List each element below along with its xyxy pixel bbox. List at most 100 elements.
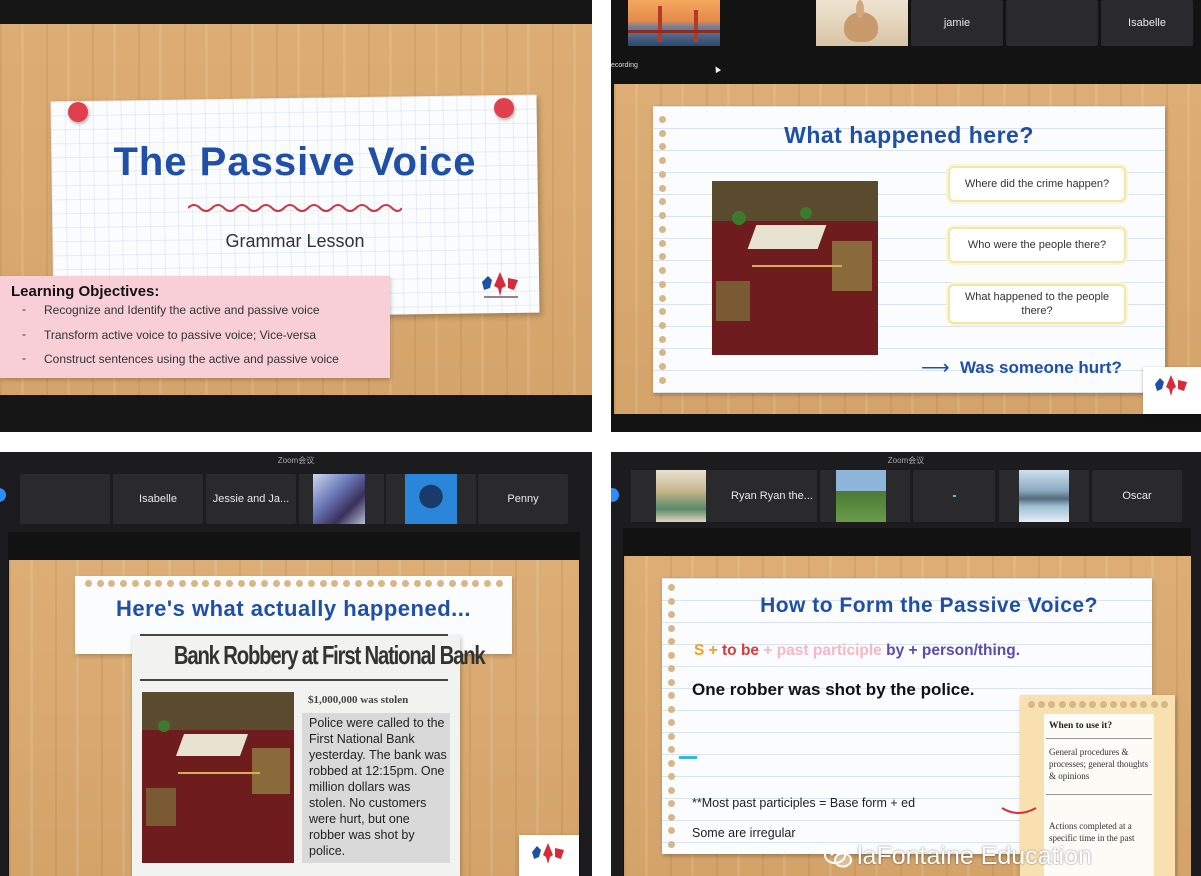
- note-regular: **Most past participles = Base form + ed: [692, 796, 916, 810]
- question-bubble: Who were the people there?: [948, 227, 1126, 263]
- video-thumb-reader[interactable]: [631, 470, 733, 522]
- top-black-bar: [0, 0, 592, 24]
- scroll-left-button[interactable]: [0, 488, 6, 502]
- window-title: Zoom会议: [277, 456, 315, 465]
- slide-title-panel: The Passive Voice Grammar Lesson Learnin…: [0, 0, 592, 432]
- slide-heading: Here's what actually happened...: [115, 596, 471, 621]
- article-text: Police were called to the First National…: [309, 716, 447, 858]
- participant-tile[interactable]: Isabelle: [113, 474, 203, 524]
- zoom-window-bottom-left: Zoom会议 Isabelle Jessie and Ja... Penny H…: [0, 452, 592, 876]
- newspaper-rule-bottom: [140, 679, 448, 681]
- objective-bullet: -: [22, 302, 26, 316]
- cursor-dot: [952, 495, 956, 497]
- video-thumb-bridge[interactable]: [628, 0, 720, 46]
- usage-card-item: General procedures & processes; general …: [1049, 747, 1148, 781]
- note-irregular: Some are irregular: [692, 826, 796, 840]
- formula-to-be: to be: [722, 642, 760, 659]
- formula-by: by: [881, 642, 905, 659]
- slide-heading: How to Form the Passive Voice?: [760, 594, 1098, 617]
- bridge-deck: [628, 30, 720, 33]
- usage-card-divider: [1046, 794, 1152, 795]
- heading-card-rings: [85, 580, 503, 587]
- slide-actually-happened: Here's what actually happened... Bank Ro…: [9, 560, 579, 876]
- video-thumb-lake[interactable]: [999, 470, 1089, 522]
- slide-heading: What happened here?: [784, 122, 1034, 148]
- bank-scene-image: [142, 692, 294, 863]
- participant-tile[interactable]: jamie: [911, 0, 1003, 46]
- newspaper-rule-top: [140, 634, 448, 636]
- participant-tile[interactable]: Penny: [478, 474, 568, 524]
- objectives-heading: Learning Objectives:: [11, 283, 160, 300]
- slide-what-happened: What happened here? Where did the crime …: [614, 84, 1201, 414]
- scene-plant-icon: [732, 211, 746, 225]
- minecraft-avatar-icon: [836, 470, 886, 522]
- bridge-tower-icon: [694, 10, 698, 42]
- objective-item: Recognize and Identify the active and pa…: [44, 303, 320, 317]
- scene-counter: [252, 748, 290, 794]
- squiggle-underline: [188, 204, 402, 212]
- formula-subject: S: [694, 642, 705, 659]
- red-arrow-icon: [1001, 807, 1037, 814]
- video-thumb-portrait[interactable]: [386, 474, 476, 524]
- pin-left-icon: [68, 102, 88, 122]
- formula-plus: +: [759, 642, 777, 659]
- objective-item: Transform active voice to passive voice;…: [44, 328, 317, 342]
- scene-plant-icon: [158, 720, 170, 732]
- followup-question: Was someone hurt?: [960, 358, 1122, 377]
- formula-person: person/thing.: [921, 642, 1021, 659]
- scene-rope: [752, 265, 842, 267]
- anime-avatar-icon: [313, 474, 365, 524]
- newspaper-headline: Bank Robbery at First National Bank: [173, 640, 486, 670]
- passive-formula: S + to be + past participle by + person/…: [694, 642, 1020, 660]
- newspaper-subhead: $1,000,000 was stolen: [308, 694, 409, 706]
- scene-floor-tile: [747, 225, 827, 249]
- objective-bullet: -: [22, 327, 26, 341]
- notebook-rings: [668, 584, 675, 848]
- video-thumb-bunny[interactable]: [816, 0, 908, 46]
- participant-tile[interactable]: Ryan Ryan the...: [727, 470, 817, 522]
- question-bubble: Where did the crime happen?: [948, 166, 1126, 202]
- question-bubble: What happened to the people there?: [948, 284, 1126, 324]
- scene-plant-icon: [800, 207, 812, 219]
- participant-tile[interactable]: Oscar: [1092, 470, 1182, 522]
- school-logo-icon: [532, 843, 564, 864]
- zoom-window-bottom-right: Zoom会议 Ryan Ryan the... Oscar How to For…: [611, 452, 1201, 876]
- watermark-text: laFontaine Education: [857, 842, 1092, 870]
- lake-avatar-icon: [1019, 470, 1069, 522]
- participant-tile-empty[interactable]: [1006, 0, 1098, 46]
- participant-tile[interactable]: Jessie and Ja...: [206, 474, 296, 524]
- participant-tile-empty[interactable]: [20, 474, 110, 524]
- video-thumb-anime[interactable]: [299, 474, 384, 524]
- school-logo-icon: [482, 272, 518, 298]
- participant-tile-empty[interactable]: [913, 470, 995, 522]
- formula-past-participle: past participle: [776, 642, 882, 659]
- usage-card-item: Actions completed at a specific time in …: [1049, 821, 1135, 843]
- video-thumb-minecraft[interactable]: [820, 470, 910, 522]
- window-title: Zoom会议: [887, 456, 925, 465]
- school-logo-icon: [1155, 375, 1187, 396]
- reader-avatar-icon: [656, 470, 706, 522]
- objective-item: Construct sentences using the active and…: [44, 352, 339, 366]
- usage-card-title: When to use it?: [1049, 721, 1113, 731]
- example-sentence: One robber was shot by the police.: [692, 680, 975, 699]
- teal-mark: [679, 756, 697, 759]
- wechat-icon: [824, 845, 852, 867]
- usage-card-rings: [1028, 701, 1168, 708]
- scene-floor-tile: [175, 734, 249, 756]
- notebook-rings: [659, 116, 666, 384]
- objective-bullet: -: [22, 351, 26, 365]
- formula-plus: +: [704, 642, 723, 659]
- scene-desk: [146, 788, 176, 826]
- zoom-window-top-right: jamie Isabelle ecording What happened he…: [611, 0, 1201, 432]
- usage-card-divider: [1046, 738, 1152, 739]
- participant-tile[interactable]: Isabelle: [1101, 0, 1193, 46]
- mouse-cursor-icon: [712, 64, 722, 74]
- formula-plus: +: [904, 642, 922, 659]
- watermark: laFontaine Education: [823, 842, 1092, 871]
- scroll-left-button[interactable]: [611, 488, 619, 502]
- scene-desk: [716, 281, 750, 321]
- slide-subtitle: Grammar Lesson: [225, 231, 365, 251]
- bottom-black-bar: [0, 395, 592, 432]
- scene-rope: [178, 772, 260, 774]
- bunny-ear-icon: [856, 0, 864, 18]
